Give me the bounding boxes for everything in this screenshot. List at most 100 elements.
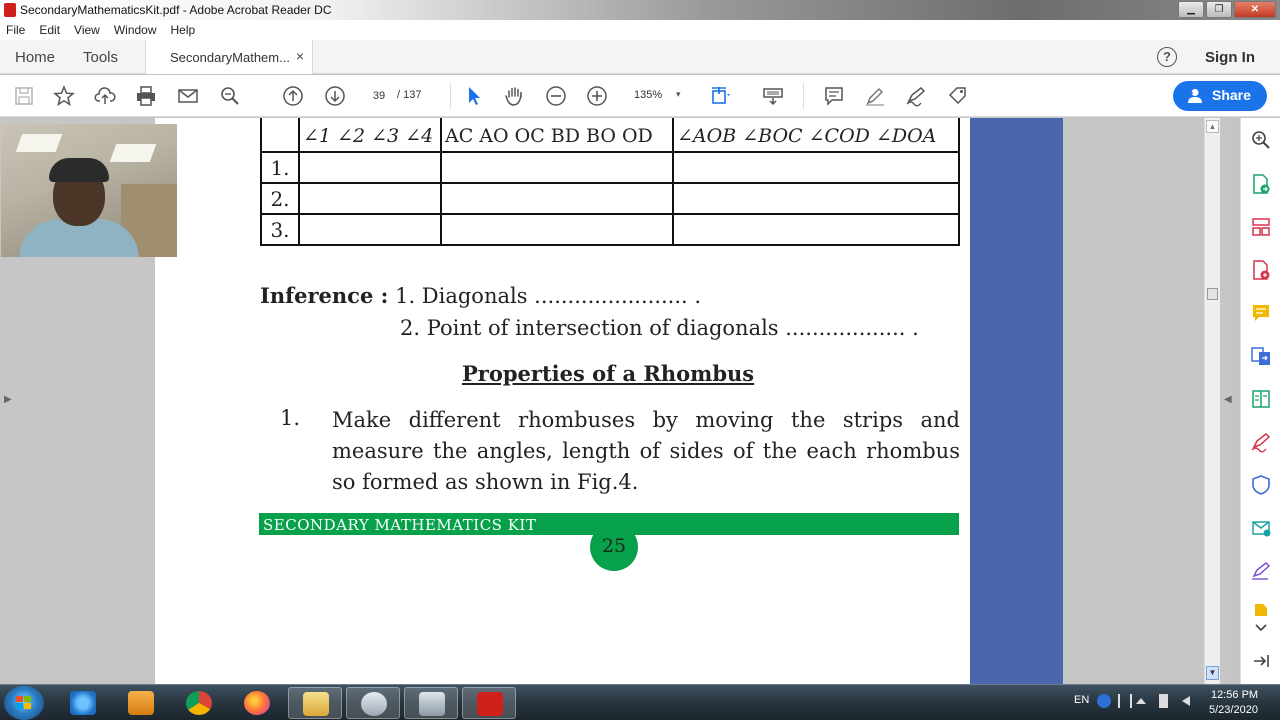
clock-date[interactable]: 5/23/2020 bbox=[1209, 704, 1258, 716]
scroll-up-arrow[interactable]: ▲ bbox=[1206, 120, 1219, 133]
menu-edit[interactable]: Edit bbox=[39, 23, 60, 37]
tab-document[interactable]: SecondaryMathem... × bbox=[145, 40, 313, 74]
close-window-button[interactable]: ✕ bbox=[1234, 1, 1276, 18]
toolbar-divider bbox=[450, 83, 451, 109]
minimize-button[interactable]: ▁ bbox=[1178, 1, 1204, 18]
table-cell bbox=[298, 213, 442, 246]
windows-taskbar: EN 12:56 PM 5/23/2020 bbox=[0, 684, 1280, 720]
zoom-out-icon[interactable] bbox=[545, 85, 567, 107]
clock-time[interactable]: 12:56 PM bbox=[1211, 689, 1258, 701]
page-total: / 137 bbox=[397, 89, 422, 101]
table-cell bbox=[440, 213, 674, 246]
taskbar-internet-explorer[interactable] bbox=[56, 687, 110, 719]
fill-sign-icon[interactable] bbox=[1250, 431, 1272, 453]
chevron-down-icon[interactable] bbox=[1250, 616, 1272, 638]
language-indicator[interactable]: EN bbox=[1074, 694, 1089, 706]
list-number: 1. bbox=[280, 406, 301, 430]
taskbar-app-camera[interactable] bbox=[346, 687, 400, 719]
comment-icon[interactable] bbox=[823, 85, 845, 107]
previous-page-icon[interactable] bbox=[282, 85, 304, 107]
list-item-text: Make different rhombuses by moving the s… bbox=[332, 408, 960, 494]
window-controls: ▁ ❐ ✕ bbox=[1176, 1, 1276, 18]
zoom-search-icon[interactable] bbox=[1250, 129, 1272, 151]
save-icon[interactable] bbox=[13, 85, 35, 107]
maximize-button[interactable]: ❐ bbox=[1206, 1, 1232, 18]
create-pdf-icon[interactable] bbox=[1250, 259, 1272, 281]
help-icon[interactable]: ? bbox=[1157, 47, 1177, 67]
table-cell bbox=[672, 213, 960, 246]
menu-help[interactable]: Help bbox=[171, 23, 196, 37]
table-cell bbox=[672, 151, 960, 184]
zoom-dropdown-icon[interactable]: ▾ bbox=[676, 89, 681, 100]
send-for-signature-icon[interactable] bbox=[1250, 517, 1272, 539]
internet-explorer-icon bbox=[70, 691, 96, 715]
share-label: Share bbox=[1212, 87, 1251, 103]
ceiling-light bbox=[15, 134, 63, 152]
volume-icon[interactable] bbox=[1182, 696, 1190, 706]
row-number: 1. bbox=[260, 151, 300, 184]
protect-shield-icon[interactable] bbox=[1250, 474, 1272, 496]
draw-sign-icon[interactable] bbox=[905, 85, 927, 107]
menu-window[interactable]: Window bbox=[114, 23, 157, 37]
highlight-pen-icon[interactable] bbox=[864, 85, 886, 107]
row-number: 3. bbox=[260, 213, 300, 246]
scroll-down-arrow[interactable]: ▼ bbox=[1206, 666, 1219, 680]
zoom-in-icon[interactable] bbox=[586, 85, 608, 107]
print-icon[interactable] bbox=[135, 85, 157, 107]
add-person-icon bbox=[1188, 89, 1202, 103]
sign-in-link[interactable]: Sign In bbox=[1205, 49, 1255, 66]
hand-tool-icon[interactable] bbox=[503, 85, 525, 107]
fill-sign-tag-icon[interactable] bbox=[947, 85, 969, 107]
taskbar-file-explorer[interactable] bbox=[288, 687, 342, 719]
table-header-cell: ∠1 ∠2 ∠3 ∠4 bbox=[298, 118, 442, 153]
taskbar-firefox[interactable] bbox=[230, 687, 284, 719]
comment-sidebar-icon[interactable] bbox=[1250, 302, 1272, 324]
taskbar-acrobat[interactable] bbox=[462, 687, 516, 719]
document-viewer[interactable]: ▶ ∠1 ∠2 ∠3 ∠4 AC AO OC BD BO OD ∠AOB ∠BO… bbox=[0, 118, 1232, 684]
vertical-scrollbar[interactable]: ▲ ▼ bbox=[1204, 118, 1220, 684]
battery-icon[interactable] bbox=[1159, 694, 1168, 708]
collapse-right-panel-icon[interactable]: ◀ bbox=[1224, 394, 1232, 405]
measurement-table: ∠1 ∠2 ∠3 ∠4 AC AO OC BD BO OD ∠AOB ∠BOC … bbox=[260, 118, 960, 246]
edit-pdf-icon[interactable] bbox=[1250, 560, 1272, 582]
taskbar-chrome[interactable] bbox=[172, 687, 226, 719]
expand-left-panel-icon[interactable]: ▶ bbox=[4, 394, 12, 405]
help-tray-icon[interactable] bbox=[1097, 694, 1111, 708]
taskbar-media-player[interactable] bbox=[114, 687, 168, 719]
export-pdf-icon[interactable] bbox=[1250, 173, 1272, 195]
organize-pages-icon[interactable] bbox=[1250, 216, 1272, 238]
compare-files-icon[interactable] bbox=[1250, 388, 1272, 410]
share-button[interactable]: Share bbox=[1173, 81, 1267, 111]
next-page-icon[interactable] bbox=[324, 85, 346, 107]
pdf-page: ∠1 ∠2 ∠3 ∠4 AC AO OC BD BO OD ∠AOB ∠BOC … bbox=[155, 118, 970, 684]
bookmark-star-icon[interactable] bbox=[53, 85, 75, 107]
menu-bar: File Edit View Window Help bbox=[0, 20, 1280, 40]
menu-file[interactable]: File bbox=[6, 23, 25, 37]
firefox-icon bbox=[244, 691, 270, 715]
main-toolbar: 39 / 137 135% ▾ Share bbox=[0, 75, 1280, 117]
tab-home[interactable]: Home bbox=[15, 49, 55, 66]
select-cursor-icon[interactable] bbox=[463, 85, 485, 107]
show-hidden-icons-chevron[interactable] bbox=[1136, 698, 1146, 704]
page-number-input[interactable]: 39 bbox=[366, 86, 392, 106]
scroll-thumb[interactable] bbox=[1207, 288, 1218, 300]
start-button[interactable] bbox=[4, 686, 44, 720]
header-lengths: AC AO OC BD BO OD bbox=[445, 124, 653, 147]
combine-files-icon[interactable] bbox=[1250, 345, 1272, 367]
search-icon[interactable] bbox=[219, 85, 241, 107]
table-cell bbox=[298, 151, 442, 184]
menu-view[interactable]: View bbox=[74, 23, 100, 37]
network-icon[interactable] bbox=[1118, 694, 1132, 708]
close-tab-icon[interactable]: × bbox=[296, 48, 304, 64]
page-number-badge: 25 bbox=[590, 523, 638, 571]
collapse-panel-icon[interactable] bbox=[1250, 650, 1272, 672]
taskbar-app-recorder[interactable] bbox=[404, 687, 458, 719]
inference-label: Inference : bbox=[260, 283, 389, 308]
upload-cloud-icon[interactable] bbox=[94, 85, 116, 107]
zoom-level-select[interactable]: 135% bbox=[634, 89, 662, 101]
fit-page-icon[interactable] bbox=[709, 85, 731, 107]
tab-tools[interactable]: Tools bbox=[83, 49, 118, 66]
email-icon[interactable] bbox=[177, 85, 199, 107]
window-title: SecondaryMathematicsKit.pdf - Adobe Acro… bbox=[20, 3, 332, 17]
keyboard-scroll-icon[interactable] bbox=[762, 85, 784, 107]
